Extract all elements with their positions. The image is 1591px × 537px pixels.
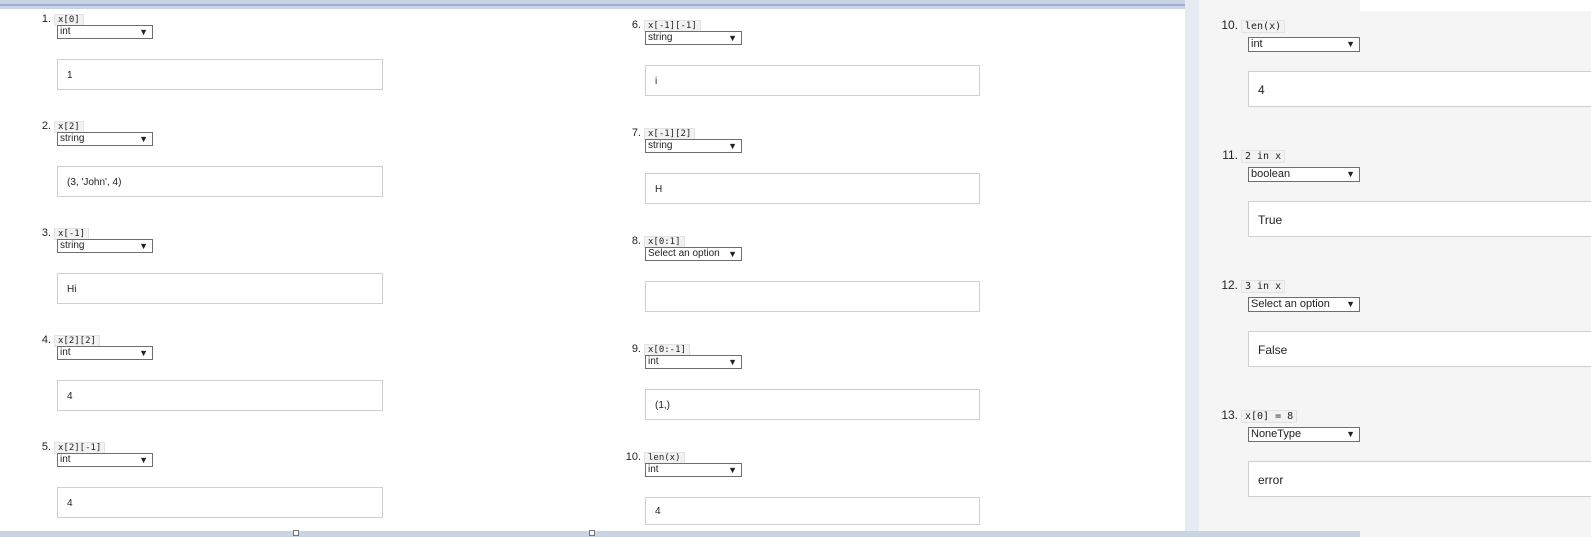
type-select-value: int: [1251, 38, 1263, 50]
question-number: 10.: [625, 451, 641, 463]
dropdown-arrow-icon: ▼: [728, 357, 737, 367]
type-select[interactable]: Select an option ▼: [645, 247, 742, 261]
type-select-value: int: [648, 464, 659, 475]
type-select-value: Select an option: [1251, 298, 1330, 310]
resize-handle[interactable]: [589, 530, 595, 536]
top-frame-line: [0, 4, 1185, 6]
resize-handle[interactable]: [293, 530, 299, 536]
type-select-value: Select an option: [648, 248, 720, 259]
question-number: 7.: [631, 127, 641, 139]
answer-input[interactable]: 4: [1248, 71, 1591, 107]
type-select[interactable]: Select an option ▼: [1248, 297, 1360, 312]
question-number: 10.: [1221, 18, 1238, 32]
answer-input[interactable]: True: [1248, 201, 1591, 237]
answer-input[interactable]: error: [1248, 461, 1591, 497]
question-number: 13.: [1221, 408, 1238, 422]
panel-divider[interactable]: [1185, 0, 1199, 537]
question-number: 8.: [631, 235, 641, 247]
type-select[interactable]: int ▼: [645, 463, 742, 477]
answer-input[interactable]: 1: [57, 59, 383, 90]
type-select[interactable]: NoneType ▼: [1248, 427, 1360, 442]
dropdown-arrow-icon: ▼: [1346, 299, 1355, 309]
answer-input[interactable]: 4: [57, 487, 383, 518]
question-expression: 3 in x: [1241, 280, 1286, 293]
dropdown-arrow-icon: ▼: [728, 465, 737, 475]
bottom-frame-bar: [0, 531, 1360, 537]
answer-input[interactable]: False: [1248, 331, 1591, 367]
question-number: 12.: [1221, 278, 1238, 292]
answer-input[interactable]: (3, 'John', 4): [57, 166, 383, 197]
question-expression: x[0] = 8: [1241, 410, 1298, 423]
type-select-value: int: [648, 356, 659, 367]
type-select-value: boolean: [1251, 168, 1291, 180]
answer-input[interactable]: i: [645, 65, 980, 96]
question-expression: 2 in x: [1241, 150, 1286, 163]
type-select[interactable]: int ▼: [1248, 37, 1360, 52]
question-expression: len(x): [1241, 20, 1286, 33]
type-select[interactable]: int ▼: [645, 355, 742, 369]
dropdown-arrow-icon: ▼: [1346, 429, 1355, 439]
type-select[interactable]: boolean ▼: [1248, 167, 1360, 182]
question-number: 11.: [1222, 148, 1238, 162]
dropdown-arrow-icon: ▼: [728, 249, 737, 259]
type-select-value: NoneType: [1251, 428, 1302, 440]
answer-input[interactable]: H: [645, 173, 980, 204]
dropdown-arrow-icon: ▼: [1346, 169, 1355, 179]
question-number: 9.: [631, 343, 641, 355]
answer-input[interactable]: 4: [645, 497, 980, 525]
right-panel-top: [1360, 0, 1591, 11]
dropdown-arrow-icon: ▼: [1346, 39, 1355, 49]
